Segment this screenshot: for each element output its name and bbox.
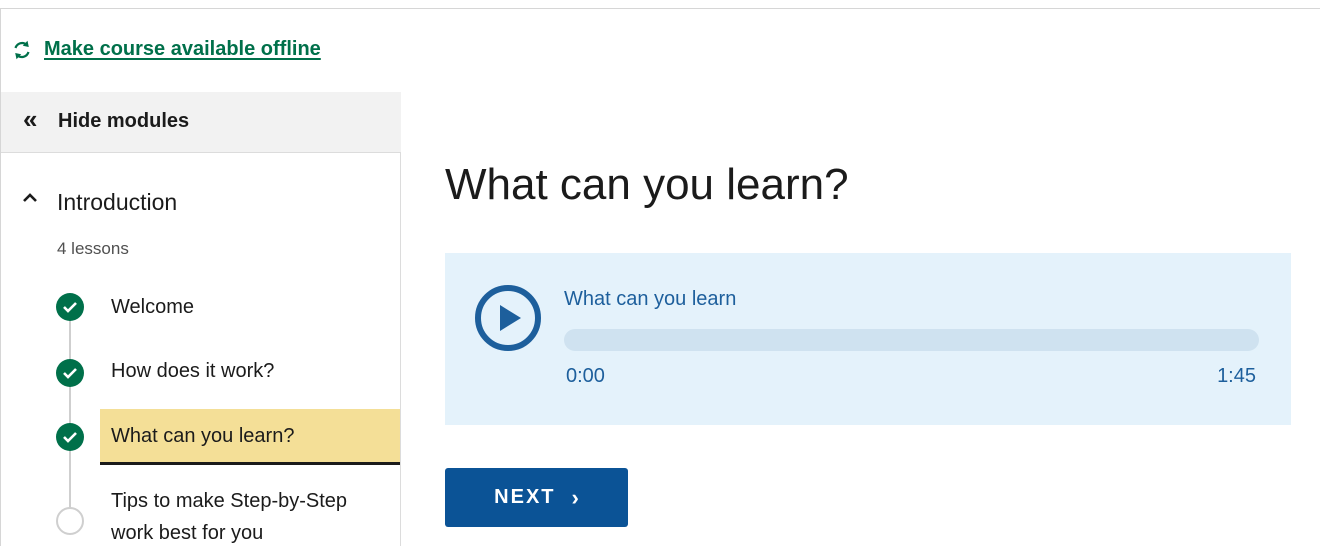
page-title: What can you learn? [445, 160, 849, 209]
completed-check-icon [56, 359, 84, 387]
chevron-up-icon [23, 193, 37, 202]
lesson-label: Tips to make Step-by-Step work best for … [111, 490, 348, 544]
module-title: Introduction [57, 189, 178, 215]
duration: 1:45 [1217, 365, 1256, 387]
lesson-label: Welcome [111, 296, 194, 318]
module-sidebar: Introduction 4 lessons Welcome How does … [1, 153, 401, 546]
play-button[interactable] [475, 285, 541, 351]
current-time: 0:00 [566, 365, 605, 387]
completed-check-icon [56, 293, 84, 321]
play-icon [500, 305, 521, 331]
lesson-label: What can you learn? [111, 425, 295, 447]
chevron-right-icon: › [571, 484, 579, 510]
lesson-item-what-can-you-learn[interactable]: What can you learn? [1, 409, 400, 465]
hide-modules-button[interactable]: « Hide modules [1, 92, 401, 153]
make-offline-link[interactable]: Make course available offline [44, 38, 321, 61]
audio-player: What can you learn 0:00 1:45 [445, 253, 1291, 425]
module-header-introduction[interactable]: Introduction [1, 181, 400, 227]
lesson-item-tips[interactable]: Tips to make Step-by-Step work best for … [1, 485, 400, 546]
lesson-label: How does it work? [111, 360, 275, 382]
offline-row: Make course available offline [12, 38, 321, 61]
completed-check-icon [56, 423, 84, 451]
lesson-item-welcome[interactable]: Welcome [1, 291, 400, 323]
sync-icon [12, 39, 32, 61]
audio-title: What can you learn [564, 288, 737, 310]
incomplete-circle-icon [56, 507, 84, 535]
lesson-count: 4 lessons [57, 239, 129, 258]
next-button-label: NEXT [494, 486, 556, 508]
lesson-item-how-does-it-work[interactable]: How does it work? [1, 355, 400, 387]
audio-progress-bar[interactable] [564, 329, 1259, 351]
double-chevron-left-icon: « [23, 104, 38, 134]
next-button[interactable]: NEXT › [445, 468, 628, 527]
hide-modules-label: Hide modules [58, 110, 190, 132]
